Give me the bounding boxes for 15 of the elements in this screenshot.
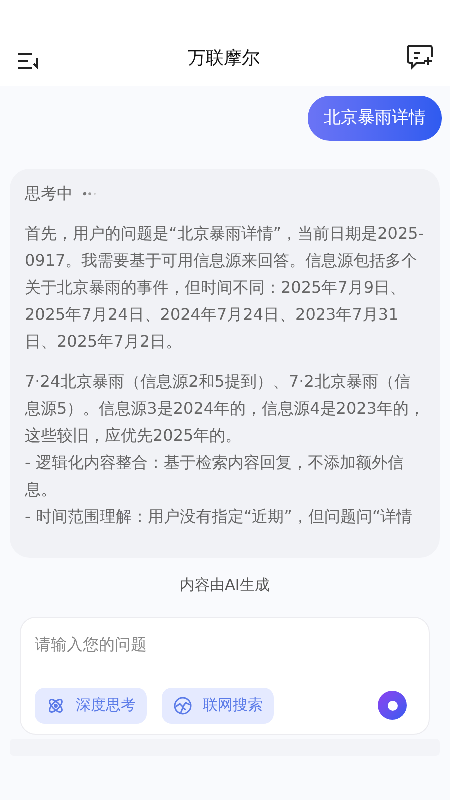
thinking-paragraph: - 时间范围理解：用户没有指定“近期”，但问题问“详情	[25, 506, 414, 528]
user-message: 北京暴雨详情	[308, 96, 442, 141]
mode-chip[interactable]: 深度思考	[35, 688, 147, 724]
thinking-paragraph: 7·24北京暴雨（信息源2和5提到）、7·2北京暴雨（信息源5）。信息源3是2024年的，信息源4是2023年的，这些较旧，应优先2025年的。	[25, 371, 425, 447]
ai-disclaimer: 内容由AI生成	[180, 575, 270, 596]
thinking-paragraph: 首先，用户的问题是“北京暴雨详情”，当前日期是2025-0917。我需要基于可用信息源来回答。信息源包括多个关于北京暴雨的事件，但时间不同：2025年7月9日、2025年7月24日、2024年7月24日、2023年7月31日、2025年7月2日。	[25, 223, 425, 353]
question-input[interactable]: 请输入您的问题	[35, 632, 415, 658]
app-title: 万联摩尔	[188, 47, 260, 71]
loading-dots-icon	[83, 192, 97, 196]
mode-chip[interactable]: 联网搜索	[162, 688, 274, 724]
thinking-status: 思考中	[25, 183, 73, 205]
globe-icon	[173, 696, 193, 716]
thinking-paragraph: - 逻辑化内容整合：基于检索内容回复，不添加额外信息。	[25, 452, 405, 501]
new-chat-icon[interactable]	[406, 44, 434, 70]
send-button[interactable]	[378, 691, 407, 720]
